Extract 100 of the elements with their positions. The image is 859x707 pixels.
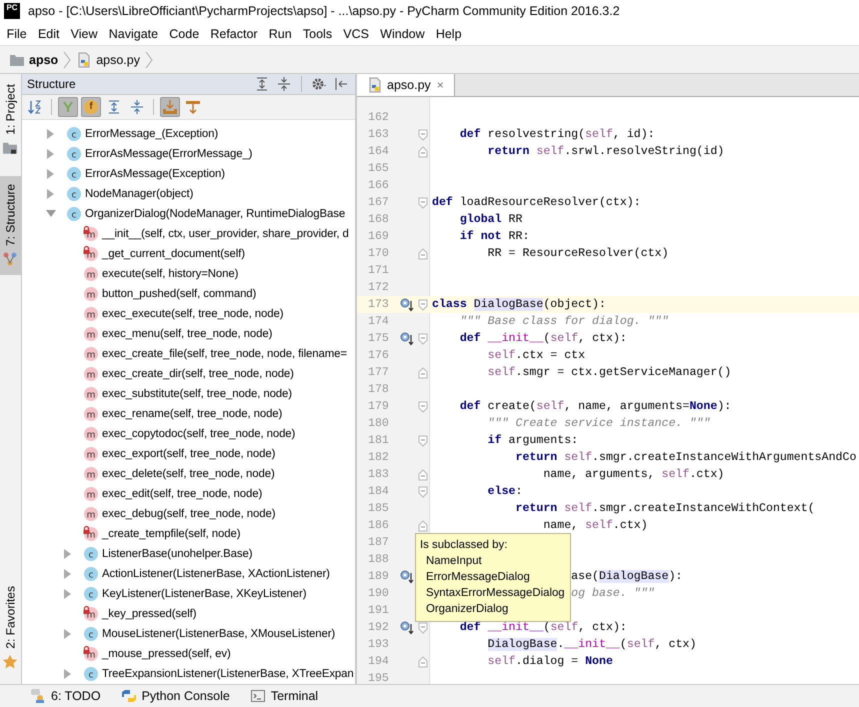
expand-all-icon[interactable] (254, 76, 270, 92)
tree-item[interactable]: KeyListener(ListenerBase, XKeyListener) (102, 588, 306, 600)
fold-marker-icon[interactable] (418, 366, 428, 378)
toolbar-button[interactable] (58, 97, 78, 118)
tree-item[interactable]: __init__(self, ctx, user_provider, share_provider, d (102, 228, 349, 240)
tree-item[interactable]: exec_delete(self, tree_node, node) (102, 468, 275, 480)
tree-item[interactable]: ErrorMessage_(Exception) (85, 128, 218, 140)
subclassed-marker-icon[interactable] (400, 570, 414, 584)
subclassed-marker-icon[interactable] (400, 332, 414, 346)
menu-item[interactable]: View (65, 24, 104, 42)
fold-marker-icon[interactable] (418, 622, 428, 634)
tree-item[interactable]: exec_menu(self, tree_node, node) (102, 328, 272, 340)
tree-item[interactable]: ActionListener(ListenerBase, XActionListener) (102, 568, 330, 580)
code-line: else: (488, 485, 522, 498)
subclassed-marker-icon[interactable] (400, 620, 414, 634)
menu-item[interactable]: Window (374, 24, 430, 42)
tooltip-link[interactable]: NameInput (420, 553, 565, 569)
fold-marker-icon[interactable] (418, 434, 428, 446)
fold-marker-icon[interactable] (418, 400, 428, 412)
tooltip-link[interactable]: OrganizerDialog (420, 601, 565, 617)
tree-item[interactable]: exec_export(self, tree_node, node) (102, 448, 276, 460)
tree-item[interactable]: exec_copytodoc(self, tree_node, node) (102, 428, 296, 440)
tree-item[interactable]: exec_substitute(self, tree_node, node) (102, 388, 292, 400)
tree-item[interactable]: exec_edit(self, tree_node, node) (102, 488, 262, 500)
tree-item[interactable]: button_pushed(self, command) (102, 288, 256, 300)
tree-item[interactable]: MouseListener(ListenerBase, XMouseListener) (102, 628, 336, 640)
code-line: DialogBase.__init__(self, ctx) (488, 638, 696, 651)
fold-marker-icon[interactable] (418, 486, 428, 498)
chevron-icon (63, 50, 72, 68)
toolbar-button[interactable]: f (81, 97, 101, 118)
tree-item[interactable]: exec_execute(self, tree_node, node) (102, 308, 284, 320)
tree-item[interactable]: OrganizerDialog(NodeManager, RuntimeDialogBase (85, 208, 346, 220)
app-logo: PC (4, 3, 20, 19)
tooltip-link[interactable]: SyntaxErrorMessageDialog (420, 585, 565, 601)
menu-item[interactable]: Refactor (204, 24, 264, 42)
menu-item[interactable]: Edit (32, 24, 66, 42)
tree-item[interactable]: ErrorAsMessage(ErrorMessage_) (85, 148, 252, 160)
tree-item[interactable]: _get_current_document(self) (102, 248, 245, 260)
line-number: 184 (367, 485, 390, 498)
collapsed-arrow-icon[interactable] (63, 589, 73, 599)
tree-item[interactable]: exec_rename(self, tree_node, node) (102, 408, 282, 420)
tree-item[interactable]: _key_pressed(self) (102, 608, 196, 620)
close-button[interactable]: × (434, 78, 446, 92)
tree-item[interactable]: exec_debug(self, tree_node, node) (102, 508, 276, 520)
tree-item[interactable]: _mouse_pressed(self, ev) (102, 648, 231, 660)
tooltip-link[interactable]: ErrorMessageDialog (420, 569, 565, 585)
menu-item[interactable]: VCS (338, 24, 375, 42)
collapsed-arrow-icon[interactable] (63, 549, 73, 559)
menu-item[interactable]: Tools (297, 24, 338, 42)
hide-icon[interactable] (333, 76, 349, 92)
tree-item[interactable]: NodeManager(object) (85, 188, 194, 200)
line-number: 173 (367, 298, 390, 311)
fold-marker-icon[interactable] (418, 248, 428, 260)
menu-item[interactable]: Run (263, 24, 298, 42)
editor-tab[interactable]: apso.py × (357, 74, 455, 96)
expanded-arrow-icon[interactable] (46, 209, 56, 219)
fold-marker-icon[interactable] (418, 128, 428, 140)
tool-window-tab[interactable]: 2: Favorites (0, 580, 21, 676)
tree-item[interactable]: _create_tempfile(self, node) (102, 528, 240, 540)
subclassed-marker-icon[interactable] (400, 298, 414, 312)
tree-item[interactable]: ListenerBase(unohelper.Base) (102, 548, 252, 560)
tool-window-tab[interactable]: 1: Project (0, 78, 21, 162)
tool-window-tab[interactable]: 7: Structure (0, 176, 21, 275)
breadcrumb-item[interactable]: apso (8, 50, 60, 70)
collapsed-arrow-icon[interactable] (46, 149, 56, 159)
collapse-all-icon[interactable] (276, 76, 292, 92)
fold-marker-icon[interactable] (418, 656, 428, 668)
python-file-icon (367, 77, 383, 93)
fold-marker-icon[interactable] (418, 146, 428, 158)
menu-item[interactable]: Help (430, 24, 468, 42)
collapsed-arrow-icon[interactable] (63, 669, 73, 679)
fold-marker-icon[interactable] (418, 298, 428, 310)
tool-window-button[interactable]: Python Console (120, 688, 230, 704)
collapsed-arrow-icon[interactable] (46, 189, 56, 199)
line-number: 182 (367, 451, 390, 464)
method-icon: m (83, 366, 99, 382)
collapsed-arrow-icon[interactable] (63, 569, 73, 579)
breadcrumb-item[interactable]: apso.py (75, 50, 141, 70)
gear-icon[interactable] (311, 76, 327, 92)
menu-item[interactable]: Code (164, 24, 205, 42)
fold-marker-icon[interactable] (418, 196, 428, 208)
collapsed-arrow-icon[interactable] (46, 129, 56, 139)
line-number: 193 (367, 638, 390, 651)
fold-marker-icon[interactable] (418, 520, 428, 532)
fold-marker-icon[interactable] (418, 332, 428, 344)
menu-item[interactable]: File (1, 24, 32, 42)
tree-item[interactable]: ErrorAsMessage(Exception) (85, 168, 225, 180)
tree-item[interactable]: exec_create_dir(self, tree_node, node) (102, 368, 294, 380)
tree-item[interactable]: execute(self, history=None) (102, 268, 238, 280)
tree-item[interactable]: exec_create_file(self, tree_node, node, filename= (102, 348, 347, 360)
class-icon: c (83, 626, 99, 642)
class-icon: c (83, 666, 99, 682)
fold-marker-icon[interactable] (418, 468, 428, 480)
menu-item[interactable]: Navigate (103, 24, 164, 42)
collapsed-arrow-icon[interactable] (46, 169, 56, 179)
tool-window-button[interactable]: Terminal (250, 688, 318, 704)
toolbar-button[interactable] (160, 97, 180, 118)
tree-item[interactable]: TreeExpansionListener(ListenerBase, XTreeExpan (102, 668, 354, 680)
collapsed-arrow-icon[interactable] (63, 629, 73, 639)
tool-window-button[interactable]: 6: TODO (30, 688, 101, 704)
